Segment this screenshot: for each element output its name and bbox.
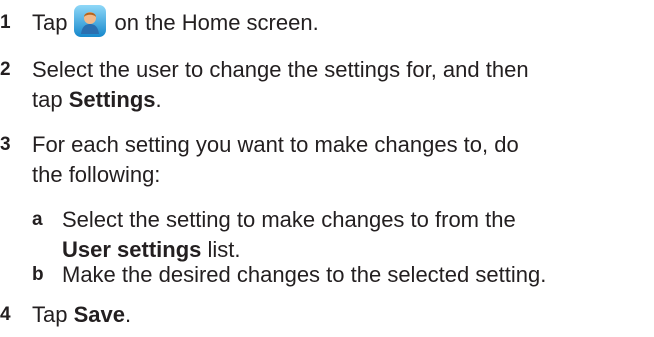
step-number: 3: [0, 134, 11, 155]
substep-letter: b: [32, 264, 44, 285]
step-number: 4: [0, 304, 11, 325]
instruction-list: 1 Tap on the Home screen. 2 Select the u…: [0, 0, 654, 337]
step-3-line-1: For each setting you want to make change…: [32, 132, 519, 157]
step-number: 2: [0, 59, 11, 80]
user-profile-icon: [74, 5, 107, 38]
substep-a-line-2: User settings list.: [62, 237, 241, 263]
step-1-suffix: on the Home screen.: [114, 10, 319, 35]
step-2-suffix: .: [155, 87, 162, 112]
step-2-line-1: Select the user to change the settings f…: [32, 57, 529, 82]
substep-a-line-1: Select the setting to make changes to fr…: [62, 207, 516, 232]
settings-label: Settings: [68, 87, 156, 112]
step-4-prefix: Tap: [32, 302, 74, 327]
step-2-prefix: tap: [32, 87, 69, 112]
substep-b-line-1: Make the desired changes to the selected…: [62, 262, 547, 287]
step-1-prefix: Tap: [32, 10, 68, 35]
step-4-text: Tap Save.: [32, 302, 131, 328]
step-number: 1: [0, 12, 11, 33]
substep-letter: a: [32, 209, 43, 230]
step-3-line-2: the following:: [32, 162, 161, 187]
substep-a-suffix: list.: [201, 237, 241, 262]
save-label: Save: [73, 302, 125, 327]
step-1-text: Tap on the Home screen.: [32, 5, 319, 38]
step-4-suffix: .: [124, 302, 132, 327]
step-2-line-2: tap Settings.: [32, 87, 162, 113]
user-settings-label: User settings: [62, 237, 202, 262]
